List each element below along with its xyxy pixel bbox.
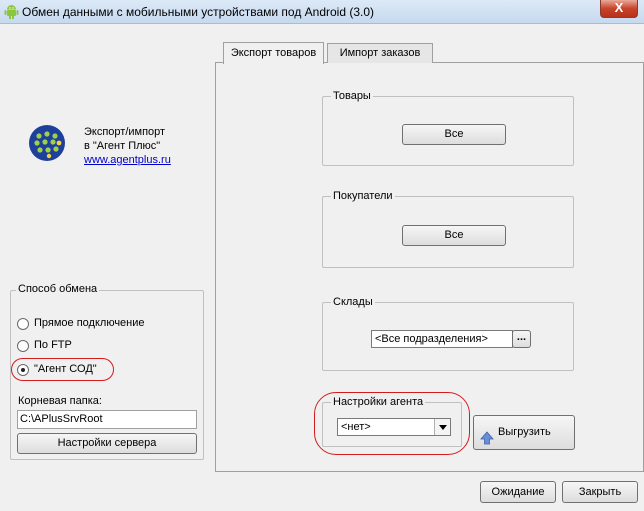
agent-select[interactable]: <нет> — [337, 418, 451, 436]
chevron-down-icon[interactable] — [434, 419, 450, 435]
warehouses-ellipsis-button[interactable]: ... — [512, 330, 531, 348]
root-folder-label: Корневая папка: — [18, 395, 102, 407]
server-settings-button[interactable]: Настройки сервера — [17, 433, 197, 454]
exchange-method-legend: Способ обмена — [16, 283, 100, 295]
brand-line1: Экспорт/импорт — [84, 126, 166, 138]
radio-agent-sod-label[interactable]: "Агент СОД" — [34, 363, 97, 375]
agentplus-logo-icon — [28, 124, 66, 162]
goods-legend: Товары — [331, 90, 373, 102]
warehouses-legend: Склады — [331, 296, 375, 308]
close-window-button[interactable]: X — [600, 0, 638, 18]
warehouses-field[interactable]: <Все подразделения> — [371, 330, 513, 348]
radio-agent-sod[interactable] — [17, 364, 29, 376]
tab-import-orders[interactable]: Импорт заказов — [327, 43, 433, 63]
brand-block: Экспорт/импорт в "Агент Плюс" www.agentp… — [84, 125, 171, 167]
tab-export-goods[interactable]: Экспорт товаров — [223, 42, 324, 64]
customers-all-button[interactable]: Все — [402, 225, 506, 246]
customers-legend: Покупатели — [331, 190, 395, 202]
upload-button[interactable]: Выгрузить — [473, 415, 575, 450]
close-button[interactable]: Закрыть — [562, 481, 638, 503]
wait-button[interactable]: Ожидание — [480, 481, 556, 503]
root-folder-input[interactable]: C:\APlusSrvRoot — [17, 410, 197, 429]
title-bar: Обмен данными с мобильными устройствами … — [0, 0, 644, 24]
tab-import-orders-label: Импорт заказов — [339, 47, 421, 59]
radio-ftp-label[interactable]: По FTP — [34, 339, 72, 351]
radio-direct-connection[interactable] — [17, 318, 29, 330]
goods-all-button[interactable]: Все — [402, 124, 506, 145]
window-title: Обмен данными с мобильными устройствами … — [22, 5, 375, 19]
radio-direct-label[interactable]: Прямое подключение — [34, 317, 145, 329]
agent-select-value: <нет> — [341, 421, 371, 433]
arrow-up-icon — [480, 426, 494, 445]
radio-ftp[interactable] — [17, 340, 29, 352]
brand-link[interactable]: www.agentplus.ru — [84, 153, 171, 167]
tab-export-goods-label: Экспорт товаров — [230, 47, 317, 59]
brand-line2: в "Агент Плюс" — [84, 140, 161, 152]
agent-settings-legend: Настройки агента — [331, 396, 426, 408]
upload-button-label: Выгрузить — [498, 426, 551, 438]
android-icon — [4, 4, 19, 19]
